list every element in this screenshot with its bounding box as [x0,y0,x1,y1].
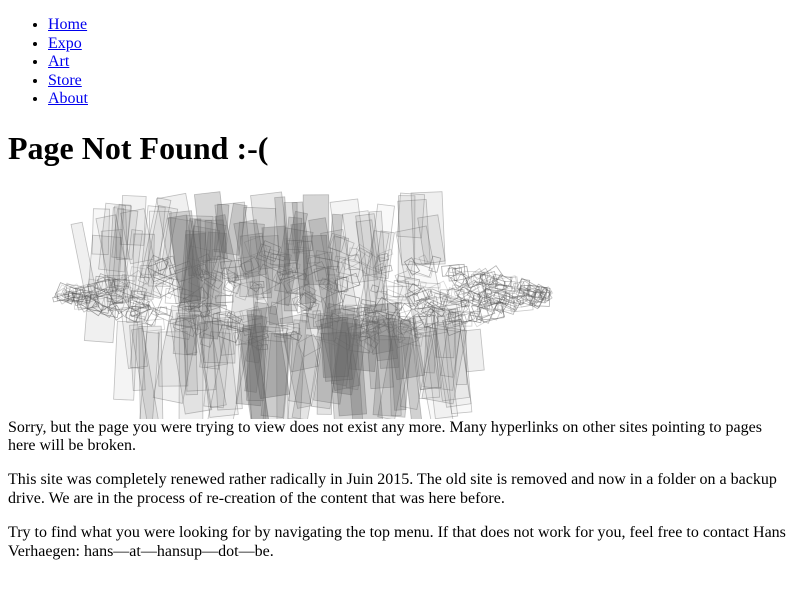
renewal-paragraph: This site was completely renewed rather … [8,471,777,507]
menu-link-home[interactable]: Home [48,16,87,33]
menu-item-expo: Expo [48,35,792,54]
sketch-upper-slab [83,234,122,343]
page-title: Page Not Found :-( [8,129,269,166]
sketch-lower-slab [320,316,353,382]
page-content: Home Expo Art Store About Page Not Found… [8,0,792,577]
menu-item-about: About [48,90,792,109]
menu-link-about[interactable]: About [48,90,88,107]
sketch-illustration [52,190,554,419]
menu-link-art[interactable]: Art [48,53,69,70]
sketch-shapes [52,190,554,419]
sketch-lower-slab [183,317,199,395]
menu-item-home: Home [48,16,792,35]
top-menu: Home Expo Art Store About [8,16,792,109]
menu-item-art: Art [48,53,792,72]
sketch-lower-slab [138,325,164,419]
contact-paragraph: Try to find what you were looking for by… [8,524,786,560]
menu-item-store: Store [48,72,792,91]
menu-link-store[interactable]: Store [48,72,82,89]
abstract-sketch-image [8,184,792,419]
intro-paragraph: Sorry, but the page you were trying to v… [8,418,762,454]
menu-link-expo[interactable]: Expo [48,35,82,52]
